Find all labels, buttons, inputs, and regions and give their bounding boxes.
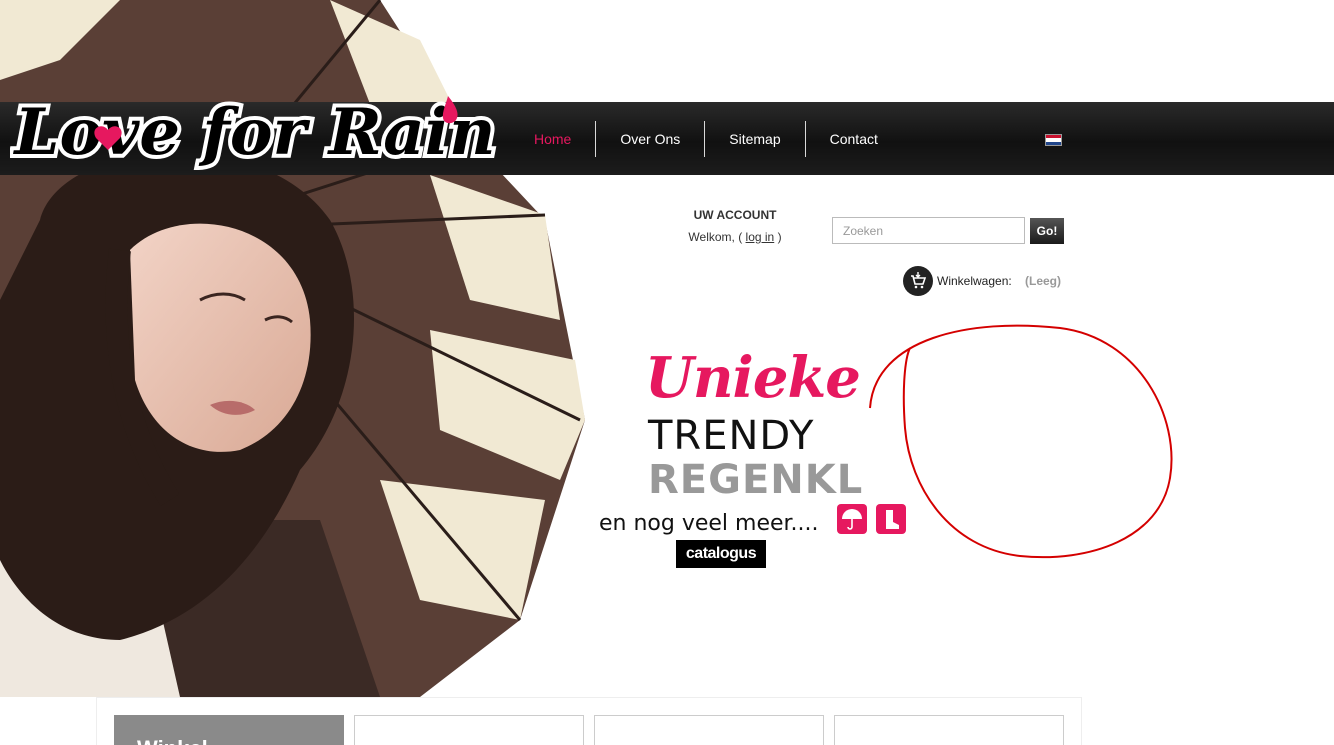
svg-text:Love for Rain: Love for Rain — [12, 95, 495, 170]
tile-winkel[interactable]: Winkel — [114, 715, 344, 745]
cart-icon[interactable] — [903, 266, 933, 296]
nav-sitemap[interactable]: Sitemap — [705, 121, 804, 157]
red-annotation-circle — [869, 324, 1173, 559]
cart-label[interactable]: Winkelwagen: — [937, 274, 1012, 288]
nav-contact[interactable]: Contact — [806, 121, 902, 157]
search-input[interactable] — [832, 217, 1025, 244]
tile-title: Winkel — [137, 736, 208, 745]
banner-unieke: Unieke — [645, 345, 861, 411]
welcome-prefix: Welkom, ( — [688, 230, 743, 244]
search-button[interactable]: Go! — [1030, 218, 1064, 244]
welcome-suffix: ) — [777, 230, 782, 244]
tile-2[interactable] — [354, 715, 584, 745]
login-link[interactable]: log in — [746, 230, 775, 244]
account-box: UW ACCOUNT Welkom, ( log in ) — [680, 208, 790, 244]
catalog-button[interactable]: catalogus — [676, 540, 766, 568]
logo[interactable]: Love for Rain — [10, 82, 500, 192]
account-title: UW ACCOUNT — [693, 208, 777, 222]
tile-4[interactable] — [834, 715, 1064, 745]
welcome-text: Welkom, ( log in ) — [680, 230, 790, 244]
dutch-flag-icon[interactable] — [1045, 134, 1062, 146]
cart-status: (Leeg) — [1025, 274, 1061, 288]
banner-more-text: en nog veel meer.... — [599, 511, 819, 536]
nav-over-ons[interactable]: Over Ons — [596, 121, 704, 157]
banner-trendy: TRENDY — [648, 413, 815, 459]
nav-home[interactable]: Home — [510, 121, 595, 157]
main-nav: Home Over Ons Sitemap Contact — [510, 102, 902, 175]
tile-3[interactable] — [594, 715, 824, 745]
